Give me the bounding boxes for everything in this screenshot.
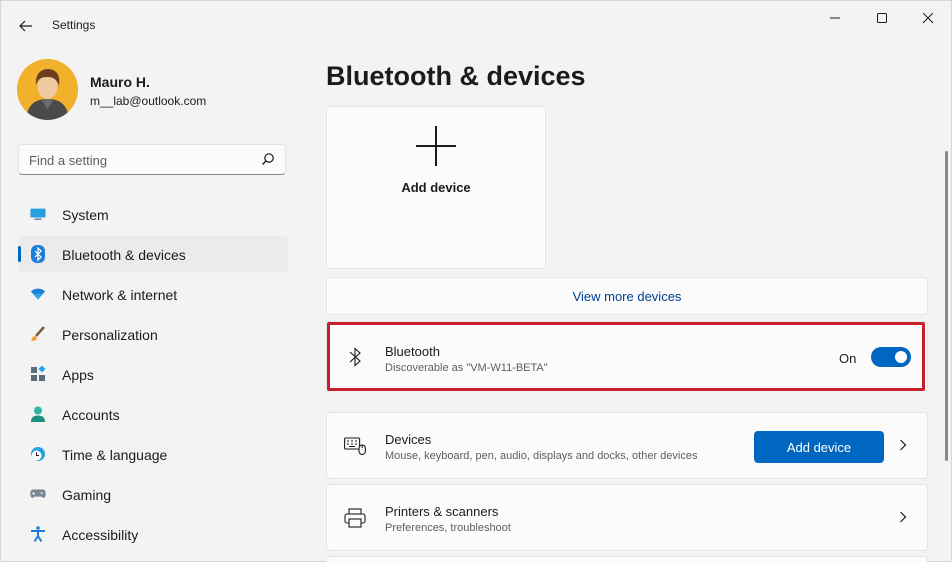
back-arrow-icon [19,20,32,32]
printer-icon [344,507,366,529]
sidebar-item-label: Time & language [62,447,168,463]
printers-subtitle: Preferences, troubleshoot [385,522,511,534]
minimize-button[interactable] [812,1,858,35]
title-bar: Settings [1,1,951,49]
page-title: Bluetooth & devices [326,61,586,91]
apps-icon [30,366,46,382]
wifi-icon [30,286,46,302]
settings-window: Settings Mauro H. m__lab@outlook.com Fin… [0,0,952,562]
close-icon [923,13,933,23]
settings-search [18,144,286,175]
chevron-right-icon [899,439,907,451]
close-button[interactable] [905,1,951,35]
plus-icon [416,126,456,166]
next-setting-row[interactable] [326,556,928,562]
maximize-icon [877,13,887,23]
sidebar-item-apps[interactable]: Apps [18,356,288,392]
person-icon [30,406,46,422]
gamepad-icon [30,486,46,502]
sidebar-item-label: Network & internet [62,287,178,303]
user-name: Mauro H. [90,74,150,90]
chevron-right-icon [899,511,907,523]
search-input[interactable] [29,150,249,170]
sidebar-item-label: Accounts [62,407,120,423]
sidebar-item-bluetooth-devices[interactable]: Bluetooth & devices [18,236,288,272]
sidebar-item-label: Personalization [62,327,158,343]
sidebar-item-label: Gaming [62,487,112,503]
scrollbar[interactable] [945,151,948,461]
bluetooth-state-label: On [839,351,857,366]
sidebar-item-personalization[interactable]: Personalization [18,316,288,352]
monitor-icon [30,206,46,222]
printers-scanners-row[interactable]: Printers & scanners Preferences, trouble… [326,484,928,551]
sidebar-item-system[interactable]: System [18,196,288,232]
add-device-tile[interactable]: Add device [326,106,546,269]
avatar-person-icon [17,59,78,120]
devices-title: Devices [385,432,432,447]
user-profile[interactable]: Mauro H. m__lab@outlook.com [17,59,277,121]
minimize-icon [830,17,840,19]
sidebar-item-network-internet[interactable]: Network & internet [18,276,288,312]
sidebar-item-label: Bluetooth & devices [62,247,186,263]
sidebar-item-label: Accessibility [62,527,139,543]
sidebar-item-label: System [62,207,109,223]
printers-title: Printers & scanners [385,504,499,519]
bluetooth-toggle[interactable] [871,347,911,367]
bluetooth-title: Bluetooth [385,344,440,359]
bluetooth-setting-row: Bluetooth Discoverable as "VM-W11-BETA" … [326,321,928,391]
sidebar-item-gaming[interactable]: Gaming [18,476,288,512]
sidebar-item-label: Apps [62,367,94,383]
view-more-devices-link[interactable]: View more devices [326,277,928,315]
back-button[interactable] [13,13,39,39]
sidebar-nav: System Bluetooth & devices Network & int… [18,196,288,556]
devices-setting-row[interactable]: Devices Mouse, keyboard, pen, audio, dis… [326,412,928,479]
accessibility-icon [30,526,46,542]
view-more-devices-label: View more devices [572,289,682,304]
add-device-tile-label: Add device [401,180,471,195]
devices-subtitle: Mouse, keyboard, pen, audio, displays an… [385,450,698,462]
bluetooth-subtitle: Discoverable as "VM-W11-BETA" [385,362,548,374]
sidebar-item-accessibility[interactable]: Accessibility [18,516,288,552]
bluetooth-icon [344,346,366,368]
toggle-knob [895,351,907,363]
sidebar-item-accounts[interactable]: Accounts [18,396,288,432]
user-email: m__lab@outlook.com [90,94,207,108]
search-icon[interactable] [261,152,275,166]
maximize-button[interactable] [859,1,905,35]
avatar [17,59,78,120]
brush-icon [30,326,46,342]
globe-clock-icon [30,446,46,462]
add-device-button[interactable]: Add device [754,431,884,463]
sidebar-item-time-language[interactable]: Time & language [18,436,288,472]
bluetooth-icon [30,245,46,263]
keyboard-mouse-icon [344,435,366,457]
window-title: Settings [52,18,96,32]
